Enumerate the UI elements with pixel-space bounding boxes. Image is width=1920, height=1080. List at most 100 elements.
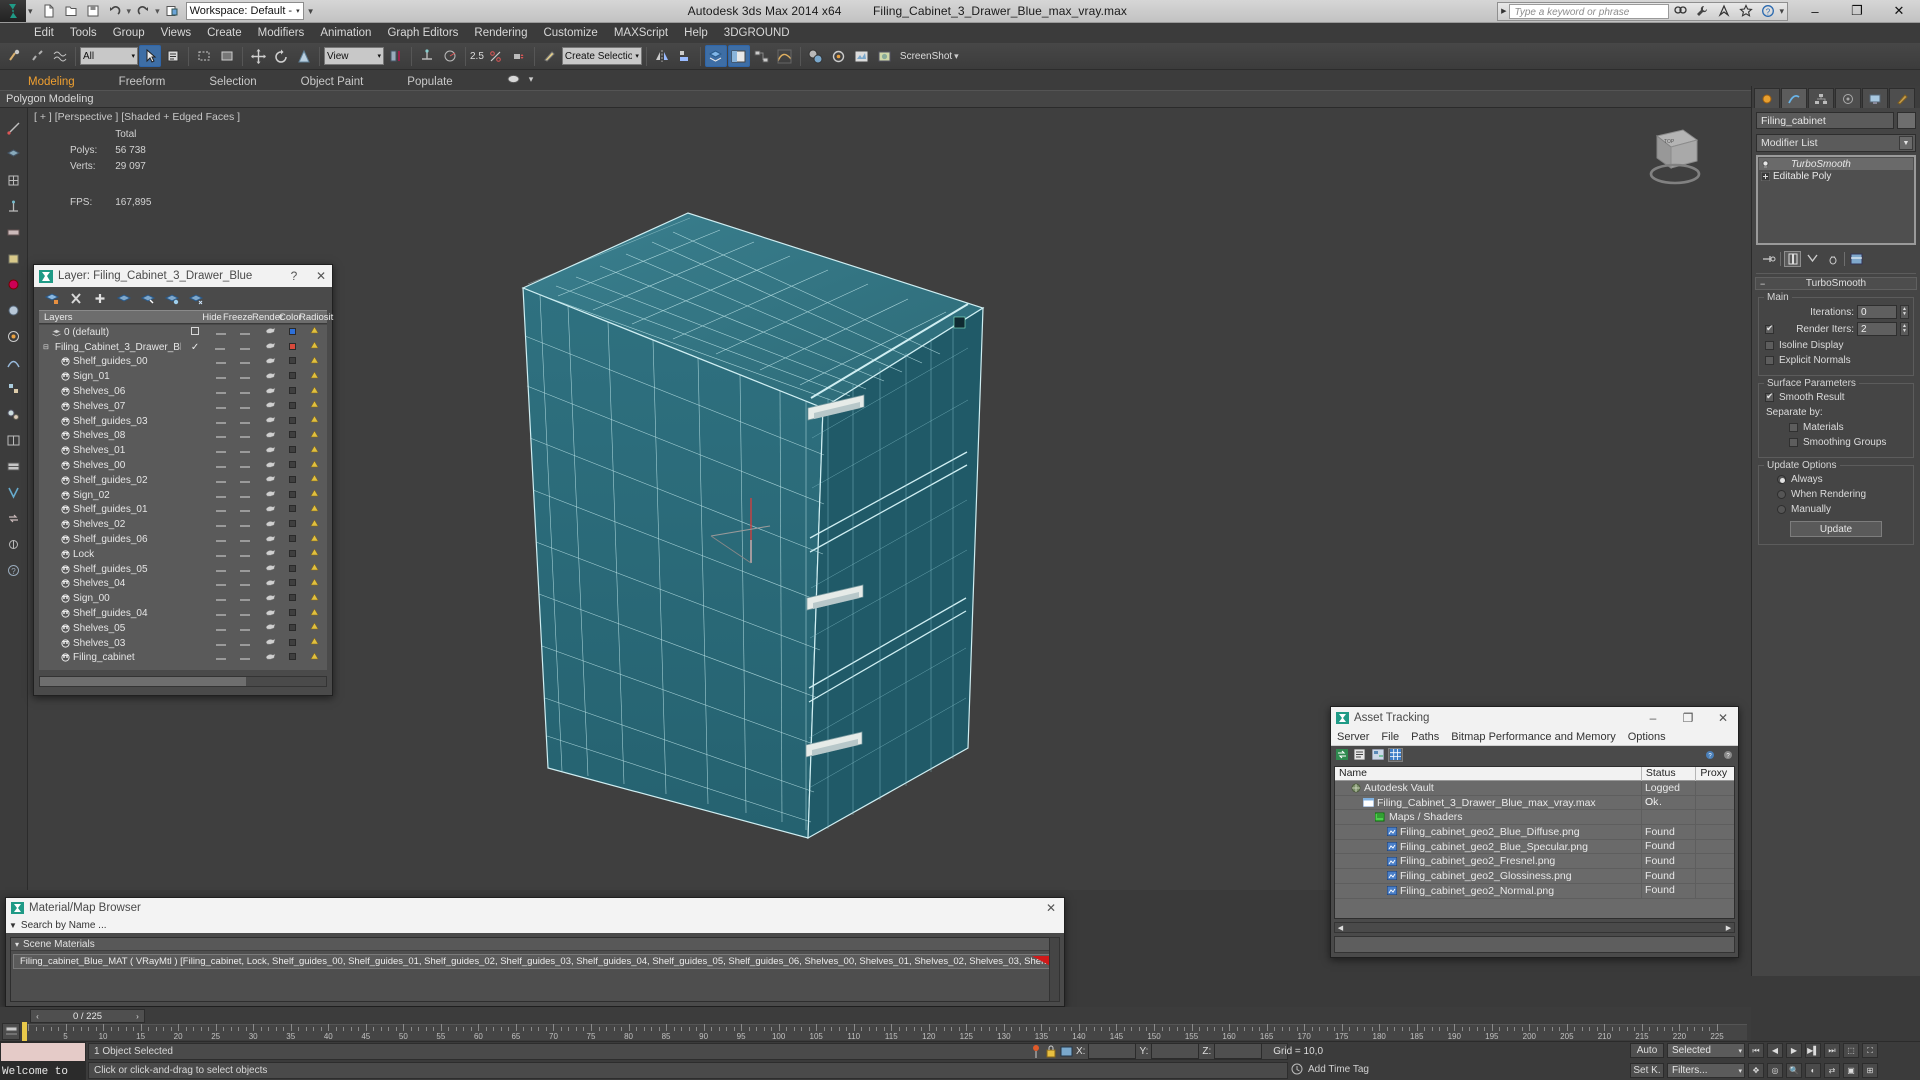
layer-radiosity-cell[interactable]: [302, 504, 328, 516]
rectangular-select-region-icon[interactable]: [193, 45, 215, 67]
layer-color-cell[interactable]: [283, 327, 301, 338]
layer-manager-dialog[interactable]: Layer: Filing_Cabinet_3_Drawer_Blue ? ✕ …: [33, 264, 333, 696]
undo-dropdown-arrow[interactable]: ▾: [127, 6, 132, 17]
object-color-swatch[interactable]: [1897, 112, 1916, 129]
asset-col-status[interactable]: Status: [1642, 767, 1697, 781]
layer-name-cell[interactable]: Sign_00: [39, 593, 182, 604]
layer-name-cell[interactable]: Shelves_06: [39, 386, 182, 397]
update-button[interactable]: Update: [1790, 521, 1882, 537]
zoom-all-icon[interactable]: ▣: [1843, 1063, 1859, 1078]
layer-freeze-cell[interactable]: [232, 519, 258, 530]
vray-toolbar-icon[interactable]: [4, 482, 24, 502]
iterations-input[interactable]: 0: [1857, 305, 1897, 319]
layer-row[interactable]: Sign_02: [39, 488, 327, 503]
layer-hide-cell[interactable]: [209, 386, 232, 397]
asset-menu-bitmap-performance[interactable]: Bitmap Performance and Memory: [1451, 731, 1615, 743]
layer-color-cell[interactable]: [283, 416, 301, 427]
tab-object-paint[interactable]: Object Paint: [279, 74, 386, 90]
window-crossing-icon[interactable]: [216, 45, 238, 67]
layer-freeze-cell[interactable]: [232, 356, 258, 367]
layer-radiosity-cell[interactable]: [302, 563, 328, 575]
maxscript-mini-listener-input[interactable]: Welcome to: [0, 1062, 86, 1080]
app-logo-icon[interactable]: [0, 0, 26, 22]
render-production-icon[interactable]: [874, 45, 896, 67]
layer-render-cell[interactable]: [259, 474, 284, 486]
modifier-stack[interactable]: TurboSmooth Editable Poly: [1756, 155, 1916, 245]
grid-view-icon[interactable]: [1388, 747, 1403, 762]
unlink-selection-icon[interactable]: [26, 45, 48, 67]
asset-menu-file[interactable]: File: [1381, 731, 1399, 743]
update-option-always[interactable]: Always: [1777, 474, 1907, 485]
layer-hide-cell[interactable]: [209, 593, 232, 604]
undo-icon[interactable]: [105, 2, 125, 21]
infocenter-expand-icon[interactable]: ▶: [1498, 7, 1509, 15]
layer-freeze-cell[interactable]: [232, 608, 258, 619]
layer-hide-cell[interactable]: [209, 445, 232, 456]
layer-row[interactable]: Shelf_guides_05: [39, 562, 327, 577]
layer-row[interactable]: Shelves_08: [39, 429, 327, 444]
layer-row[interactable]: Lock: [39, 547, 327, 562]
layer-dialog-close-button[interactable]: ✕: [310, 269, 332, 283]
layer-name-cell[interactable]: ⊟ Filing_Cabinet_3_Drawer_Blue: [39, 342, 181, 353]
material-browser-body[interactable]: ▾ Scene Materials Filing_cabinet_Blue_MA…: [10, 937, 1060, 1002]
current-frame-value[interactable]: 0 / 225: [44, 1011, 131, 1022]
asset-name-cell[interactable]: Filing_cabinet_geo2_Normal.png: [1335, 883, 1643, 898]
layer-name-cell[interactable]: Filing_cabinet: [39, 652, 182, 663]
layer-name-cell[interactable]: Shelves_03: [39, 638, 182, 649]
smoothing-groups-checkbox[interactable]: [1789, 438, 1798, 447]
asset-tracking-minimize[interactable]: –: [1638, 711, 1668, 725]
state-sets-icon[interactable]: [4, 456, 24, 476]
layer-row[interactable]: Shelves_03: [39, 636, 327, 651]
layer-hide-cell[interactable]: [209, 401, 232, 412]
asset-row[interactable]: Filing_Cabinet_3_Drawer_Blue_max_vray.ma…: [1335, 795, 1734, 811]
asset-row[interactable]: Filing_cabinet_geo2_Blue_Diffuse.png Foun…: [1335, 824, 1734, 840]
layer-freeze-cell[interactable]: [232, 475, 258, 486]
lightbulb-icon[interactable]: [1761, 159, 1770, 169]
absolute-relative-mode-icon[interactable]: [1030, 1044, 1042, 1059]
layer-radiosity-cell[interactable]: [302, 593, 328, 605]
object-name-field[interactable]: Filing_cabinet: [1756, 112, 1894, 129]
layer-color-cell[interactable]: [283, 564, 301, 575]
next-frame-icon[interactable]: ▶▌: [1805, 1043, 1821, 1058]
layer-hide-cell[interactable]: [209, 490, 232, 501]
px-tools-icon[interactable]: [4, 378, 24, 398]
tab-hierarchy[interactable]: [1808, 88, 1834, 108]
layer-name-cell[interactable]: Shelves_05: [39, 623, 182, 634]
layer-name-cell[interactable]: Shelf_guides_05: [39, 564, 182, 575]
radio-always[interactable]: [1777, 475, 1786, 484]
tab-modify[interactable]: [1781, 88, 1807, 108]
layer-render-cell[interactable]: [259, 415, 284, 427]
asset-scroll-left-arrow[interactable]: ◀: [1335, 924, 1346, 932]
help-dropdown-arrow[interactable]: ▾: [1779, 6, 1787, 17]
scene-materials-group-header[interactable]: ▾ Scene Materials: [11, 938, 1059, 951]
layer-row[interactable]: ⊟ Filing_Cabinet_3_Drawer_Blue ✓: [39, 340, 327, 355]
layer-row[interactable]: Sign_01: [39, 369, 327, 384]
tab-display[interactable]: [1862, 88, 1888, 108]
snaps-toolbar-icon[interactable]: [4, 196, 24, 216]
save-file-icon[interactable]: [83, 2, 103, 21]
min-max-toggle-icon[interactable]: ⊞: [1862, 1063, 1878, 1078]
set-key-button[interactable]: Set K.: [1630, 1063, 1664, 1078]
menu-item-graph-editors[interactable]: Graph Editors: [379, 25, 466, 41]
layer-color-cell[interactable]: [283, 475, 301, 486]
asset-name-cell[interactable]: Filing_cabinet_geo2_Glossiness.png: [1335, 868, 1643, 884]
next-frame-button[interactable]: ›: [131, 1012, 144, 1021]
layer-freeze-cell[interactable]: [232, 430, 258, 441]
brush-presets-icon[interactable]: [4, 300, 24, 320]
layer-row[interactable]: Shelves_07: [39, 399, 327, 414]
asset-horizontal-scrollbar[interactable]: ◀ ▶: [1334, 922, 1735, 933]
favorites-star-icon[interactable]: [1735, 2, 1757, 20]
layer-radiosity-cell[interactable]: [302, 474, 328, 486]
play-animation-icon[interactable]: ▶: [1786, 1043, 1802, 1058]
layer-row[interactable]: Filing_cabinet: [39, 651, 327, 666]
layer-row[interactable]: Shelf_guides_02: [39, 473, 327, 488]
layer-hide-cell[interactable]: [209, 430, 232, 441]
render-iters-spinner[interactable]: ▲ ▼: [1900, 322, 1909, 336]
highlight-selected-objects-icon[interactable]: [162, 289, 182, 309]
layer-render-cell[interactable]: [259, 489, 284, 501]
asset-menu-paths[interactable]: Paths: [1411, 731, 1439, 743]
layer-radiosity-cell[interactable]: [302, 415, 328, 427]
asset-menu-server[interactable]: Server: [1337, 731, 1369, 743]
layer-hide-cell[interactable]: [209, 342, 232, 353]
layer-select-cell[interactable]: ✓: [181, 342, 208, 353]
